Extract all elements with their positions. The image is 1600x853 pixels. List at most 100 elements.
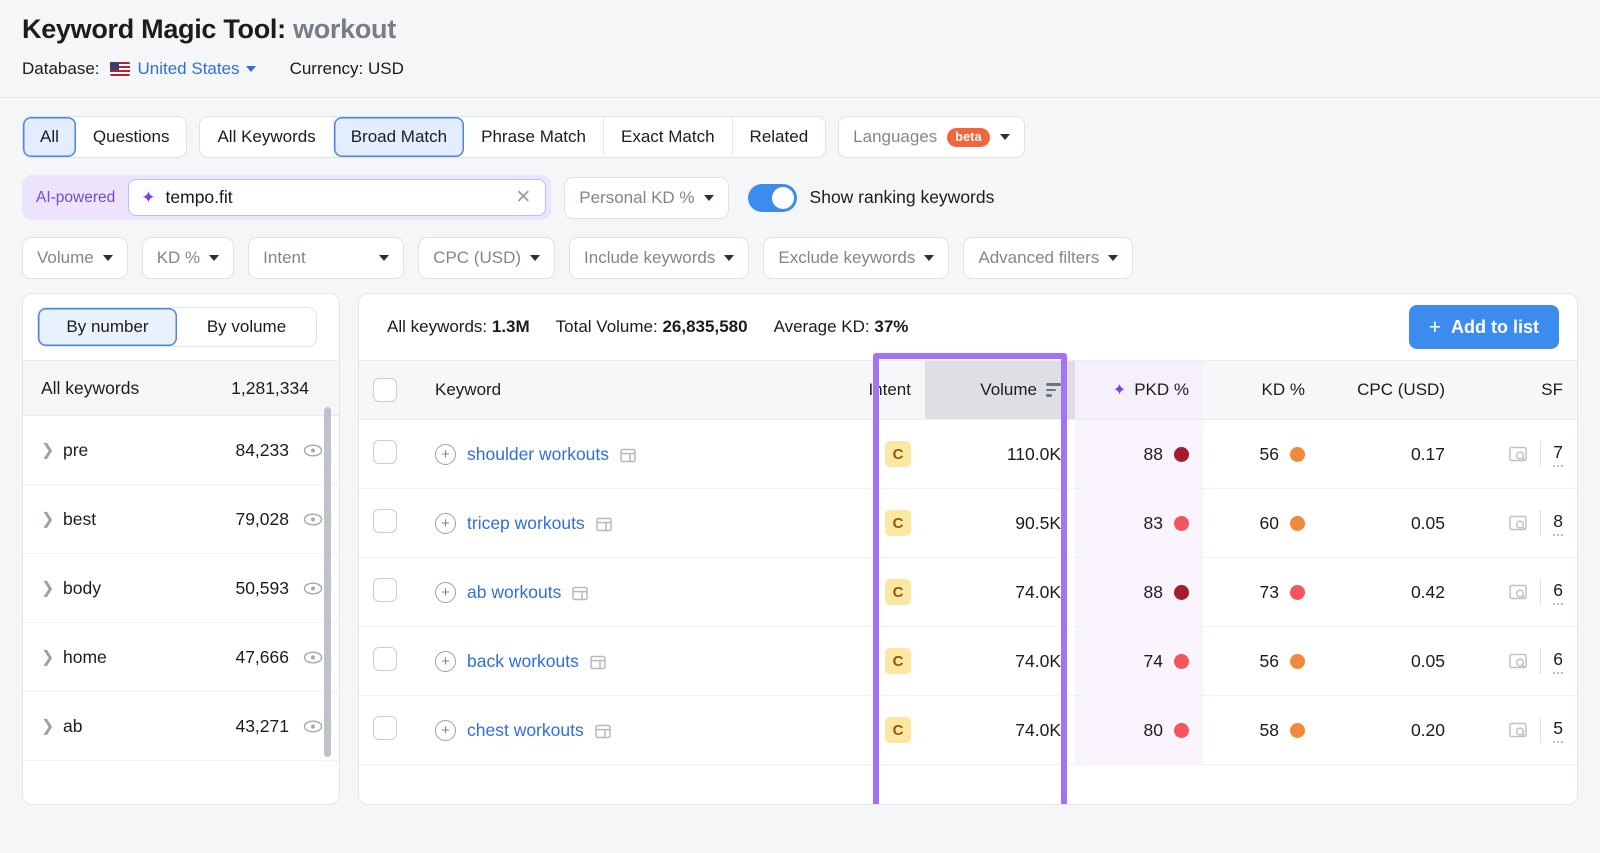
serp-features-icon[interactable] — [1509, 446, 1528, 463]
chevron-right-icon[interactable]: ❯ — [41, 716, 63, 736]
chevron-down-icon[interactable] — [704, 195, 714, 201]
sidebar-item-pre[interactable]: ❯ pre 84,233 — [23, 416, 339, 485]
tab-by-volume[interactable]: By volume — [177, 308, 316, 346]
row-checkbox[interactable] — [373, 647, 397, 671]
eye-icon[interactable] — [303, 513, 323, 526]
eye-icon[interactable] — [303, 582, 323, 595]
filter-intent[interactable]: Intent — [248, 237, 404, 279]
add-keyword-icon[interactable]: + — [435, 513, 456, 534]
filter-volume[interactable]: Volume — [22, 237, 128, 279]
sf-value[interactable]: 8 — [1553, 511, 1563, 536]
row-checkbox[interactable] — [373, 716, 397, 740]
column-intent[interactable]: Intent — [829, 361, 925, 420]
sidebar-scrollbar[interactable] — [324, 407, 331, 757]
serp-features-icon[interactable] — [1509, 515, 1528, 532]
database-selector[interactable]: Database: United States — [22, 59, 256, 79]
sf-value[interactable]: 6 — [1553, 580, 1563, 605]
tab-questions[interactable]: Questions — [76, 117, 187, 157]
chevron-down-icon[interactable] — [724, 255, 734, 261]
column-pkd[interactable]: ✦ PKD % — [1075, 361, 1203, 420]
filter-advanced[interactable]: Advanced filters — [963, 237, 1133, 279]
tab-exact-match[interactable]: Exact Match — [604, 117, 733, 157]
intent-badge[interactable]: C — [885, 717, 911, 743]
serp-preview-icon[interactable] — [590, 654, 606, 669]
filter-include-keywords[interactable]: Include keywords — [569, 237, 749, 279]
chevron-right-icon[interactable]: ❯ — [41, 440, 63, 460]
chevron-down-icon[interactable] — [379, 255, 389, 261]
table-row[interactable]: + chest workouts C 74.0K 80 58 0.20 — [359, 696, 1577, 765]
add-keyword-icon[interactable]: + — [435, 444, 456, 465]
chevron-down-icon[interactable] — [103, 255, 113, 261]
table-row[interactable]: + tricep workouts C 90.5K 83 60 0.05 — [359, 489, 1577, 558]
serp-features-icon[interactable] — [1509, 722, 1528, 739]
serp-preview-icon[interactable] — [596, 516, 612, 531]
intent-badge[interactable]: C — [885, 648, 911, 674]
intent-badge[interactable]: C — [885, 579, 911, 605]
sidebar-item-body[interactable]: ❯ body 50,593 — [23, 554, 339, 623]
serp-features-icon[interactable] — [1509, 653, 1528, 670]
keyword-link[interactable]: ab workouts — [467, 582, 561, 603]
domain-input-wrapper[interactable]: ✦ tempo.fit ✕ — [128, 179, 546, 216]
serp-features-icon[interactable] — [1509, 584, 1528, 601]
keyword-link[interactable]: tricep workouts — [467, 513, 585, 534]
select-all-checkbox[interactable] — [373, 378, 397, 402]
keyword-link[interactable]: shoulder workouts — [467, 444, 609, 465]
filter-cpc[interactable]: CPC (USD) — [418, 237, 555, 279]
sidebar-item-best[interactable]: ❯ best 79,028 — [23, 485, 339, 554]
table-row[interactable]: + back workouts C 74.0K 74 56 0.05 — [359, 627, 1577, 696]
column-volume[interactable]: Volume — [925, 361, 1075, 420]
eye-icon[interactable] — [303, 444, 323, 457]
languages-dropdown[interactable]: Languages beta — [838, 116, 1025, 158]
column-keyword[interactable]: Keyword — [421, 361, 829, 420]
add-keyword-icon[interactable]: + — [435, 582, 456, 603]
filter-exclude-keywords[interactable]: Exclude keywords — [763, 237, 949, 279]
chevron-down-icon[interactable] — [1108, 255, 1118, 261]
add-keyword-icon[interactable]: + — [435, 651, 456, 672]
row-checkbox[interactable] — [373, 509, 397, 533]
tab-all-keywords[interactable]: All Keywords — [200, 117, 333, 157]
clear-icon[interactable]: ✕ — [511, 186, 535, 209]
intent-badge[interactable]: C — [885, 441, 911, 467]
keyword-link[interactable]: back workouts — [467, 651, 579, 672]
show-ranking-keywords-toggle[interactable] — [748, 184, 797, 212]
sort-descending-icon[interactable] — [1046, 383, 1061, 397]
column-cpc[interactable]: CPC (USD) — [1319, 361, 1459, 420]
chevron-down-icon[interactable] — [530, 255, 540, 261]
eye-icon[interactable] — [303, 720, 323, 733]
sidebar-item-ab[interactable]: ❯ ab 43,271 — [23, 692, 339, 761]
serp-preview-icon[interactable] — [620, 447, 636, 462]
row-checkbox[interactable] — [373, 578, 397, 602]
chevron-right-icon[interactable]: ❯ — [41, 578, 63, 598]
keyword-link[interactable]: chest workouts — [467, 720, 584, 741]
serp-preview-icon[interactable] — [595, 723, 611, 738]
column-sf[interactable]: SF — [1459, 361, 1577, 420]
add-to-list-button[interactable]: + Add to list — [1409, 305, 1559, 349]
personal-kd-dropdown[interactable]: Personal KD % — [564, 177, 728, 219]
tab-broad-match[interactable]: Broad Match — [334, 117, 464, 157]
intent-badge[interactable]: C — [885, 510, 911, 536]
database-value[interactable]: United States — [138, 59, 240, 79]
eye-icon[interactable] — [303, 651, 323, 664]
chevron-right-icon[interactable]: ❯ — [41, 647, 63, 667]
chevron-down-icon[interactable] — [1000, 134, 1010, 140]
filter-kd[interactable]: KD % — [142, 237, 234, 279]
row-checkbox[interactable] — [373, 440, 397, 464]
domain-input[interactable]: tempo.fit — [166, 187, 502, 208]
table-row[interactable]: + shoulder workouts C 110.0K 88 56 0.17 — [359, 420, 1577, 489]
table-row[interactable]: + ab workouts C 74.0K 88 73 0.42 — [359, 558, 1577, 627]
tab-by-number[interactable]: By number — [38, 308, 177, 346]
sf-value[interactable]: 7 — [1553, 442, 1563, 467]
sf-value[interactable]: 6 — [1553, 649, 1563, 674]
sidebar-item-home[interactable]: ❯ home 47,666 — [23, 623, 339, 692]
chevron-down-icon[interactable] — [209, 255, 219, 261]
chevron-down-icon[interactable] — [246, 66, 256, 72]
tab-phrase-match[interactable]: Phrase Match — [464, 117, 604, 157]
add-keyword-icon[interactable]: + — [435, 720, 456, 741]
chevron-right-icon[interactable]: ❯ — [41, 509, 63, 529]
serp-preview-icon[interactable] — [572, 585, 588, 600]
chevron-down-icon[interactable] — [924, 255, 934, 261]
tab-related[interactable]: Related — [733, 117, 826, 157]
tab-all[interactable]: All — [23, 117, 76, 157]
column-kd[interactable]: KD % — [1203, 361, 1319, 420]
sidebar-item-all-keywords[interactable]: All keywords 1,281,334 — [23, 361, 339, 416]
